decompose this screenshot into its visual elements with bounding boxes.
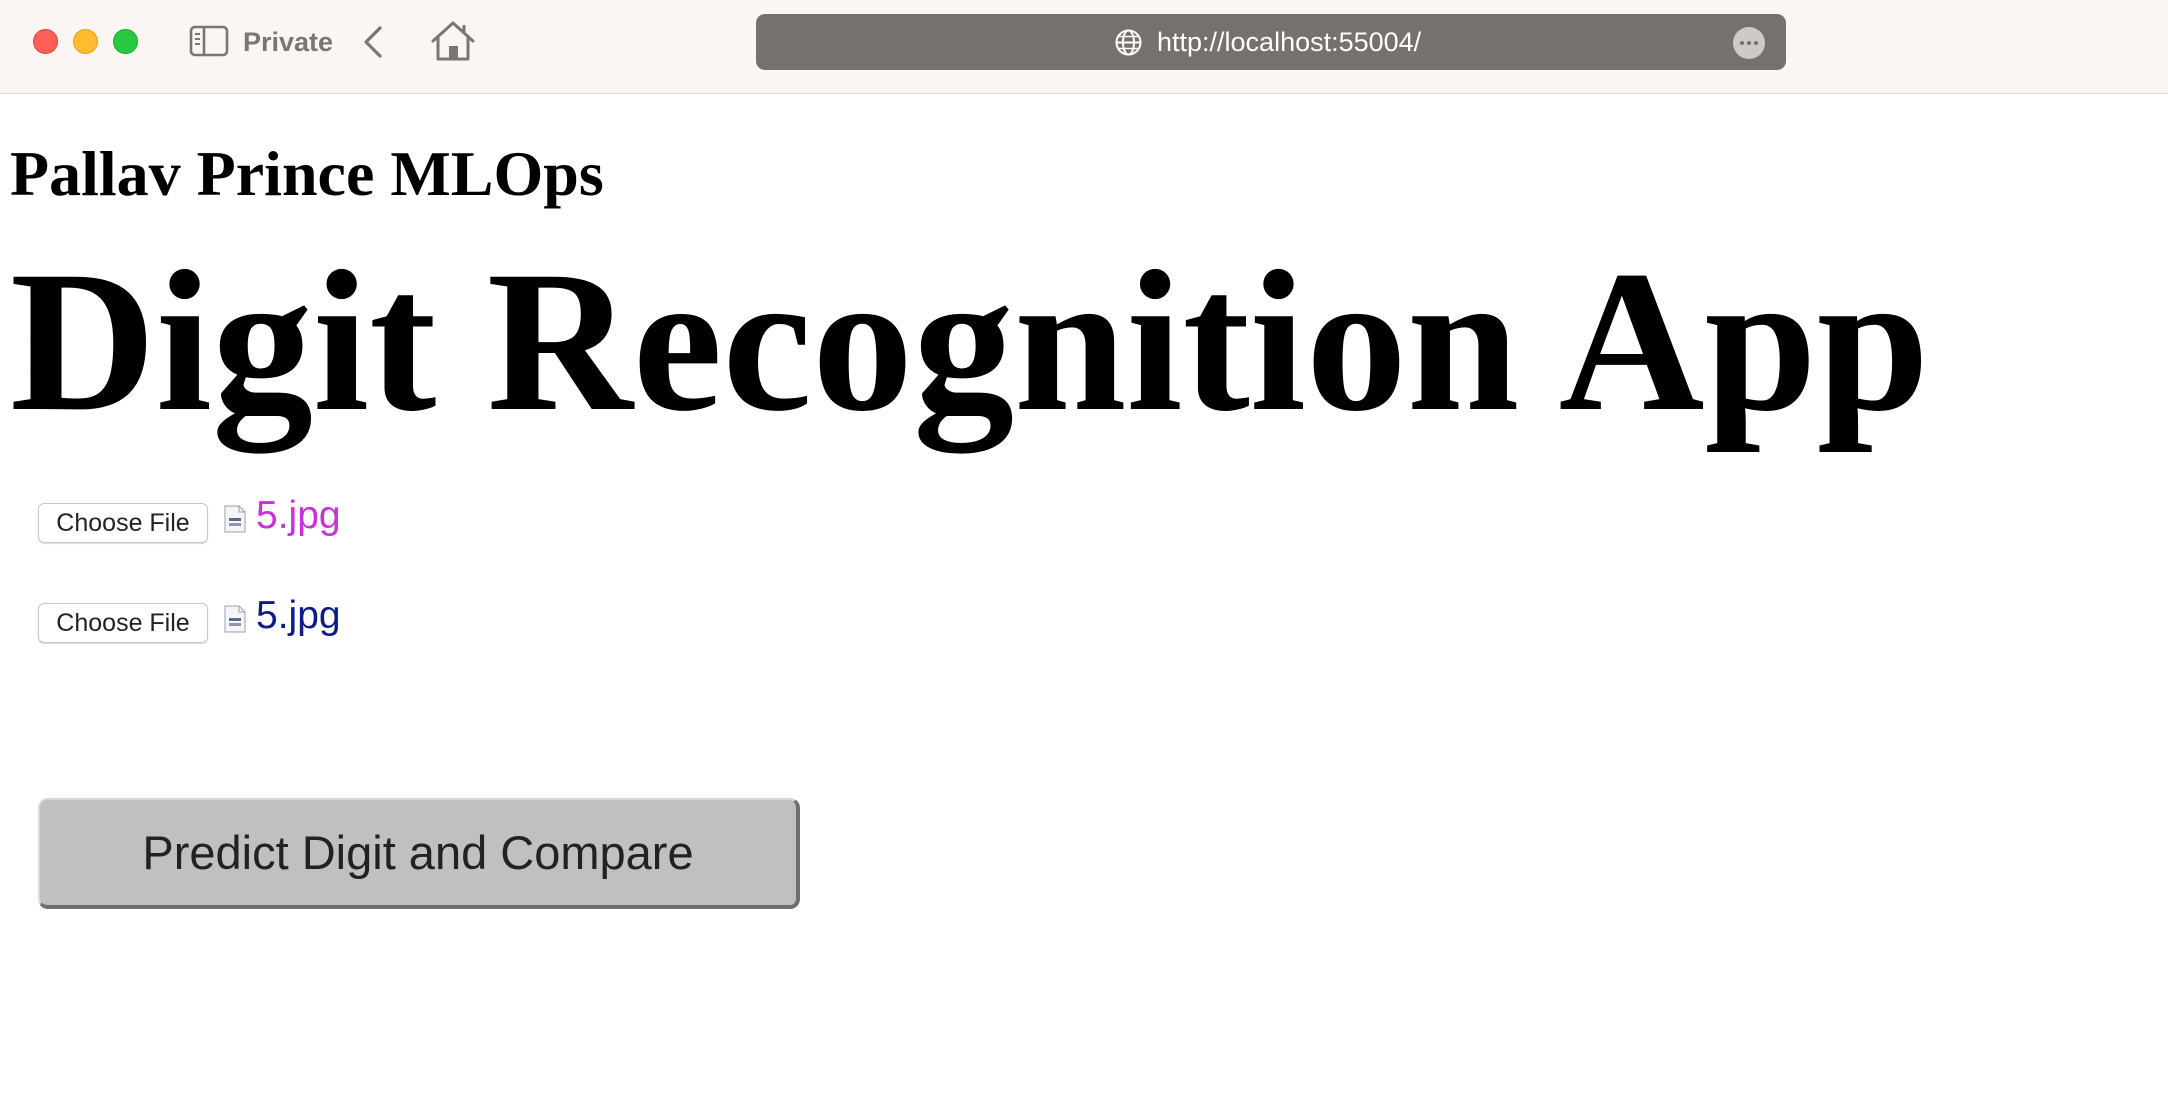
ellipsis-icon[interactable] xyxy=(1733,27,1765,59)
page-title: Digit Recognition App xyxy=(10,229,1930,453)
choose-file-button[interactable]: Choose File xyxy=(38,603,208,643)
home-button[interactable] xyxy=(430,20,476,62)
private-mode-label: Private xyxy=(243,27,334,57)
file-icon xyxy=(224,505,246,533)
file-icon xyxy=(224,605,246,633)
close-window-button[interactable] xyxy=(33,29,58,54)
page-subtitle: Pallav Prince MLOps xyxy=(10,138,604,209)
sidebar-toggle-button[interactable] xyxy=(189,25,229,57)
choose-file-button[interactable]: Choose File xyxy=(38,503,208,543)
home-icon xyxy=(431,21,475,61)
minimize-window-button[interactable] xyxy=(73,29,98,54)
sidebar-icon xyxy=(189,25,229,57)
selected-file-name: 5.jpg xyxy=(256,594,341,637)
chevron-left-icon xyxy=(364,26,382,58)
maximize-window-button[interactable] xyxy=(113,29,138,54)
browser-toolbar: Private http://localhost:55004/ xyxy=(0,0,2168,94)
globe-icon xyxy=(1114,28,1143,57)
url-text[interactable]: http://localhost:55004/ xyxy=(1157,24,1421,60)
back-button[interactable] xyxy=(360,24,388,60)
predict-compare-button[interactable]: Predict Digit and Compare xyxy=(38,798,800,909)
selected-file-name: 5.jpg xyxy=(256,494,341,537)
